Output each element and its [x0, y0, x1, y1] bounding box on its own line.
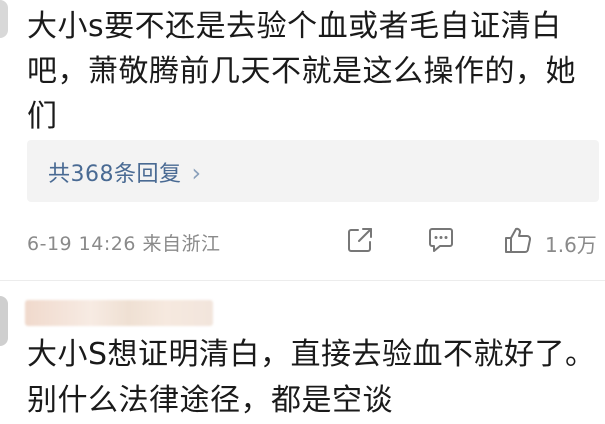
- comment-line: 大小S想证明清白，直接去验血不就好了。: [27, 337, 596, 372]
- avatar[interactable]: [0, 0, 8, 38]
- divider: [0, 280, 605, 281]
- comment-meta-row: 6-19 14:26 来自浙江 1.6万: [27, 222, 605, 262]
- comment-body: 大小S想证明清白，直接去验血不就好了。 别什么法律途径，都是空谈: [27, 332, 597, 424]
- avatar[interactable]: [0, 296, 8, 346]
- comment-line: 吧，萧敬腾前几天不就是这么操作的，她们: [27, 54, 576, 134]
- timestamp-location: 6-19 14:26 来自浙江: [27, 233, 221, 255]
- replies-panel[interactable]: 共368条回复 ›: [27, 140, 599, 202]
- comment-icon[interactable]: [426, 225, 456, 255]
- replies-count-label: 共368条回复: [48, 162, 182, 187]
- thumbs-up-icon[interactable]: [503, 225, 533, 255]
- comment-line: 别什么法律途径，都是空谈: [27, 383, 393, 418]
- like-count: 1.6万: [545, 233, 597, 257]
- chevron-right-icon: ›: [191, 159, 202, 187]
- username-blurred[interactable]: [25, 300, 213, 326]
- share-icon[interactable]: [345, 225, 375, 255]
- view-replies-link[interactable]: 共368条回复 ›: [48, 156, 202, 188]
- comment-line: 大小s要不还是去验个血或者毛自证清白: [27, 9, 562, 44]
